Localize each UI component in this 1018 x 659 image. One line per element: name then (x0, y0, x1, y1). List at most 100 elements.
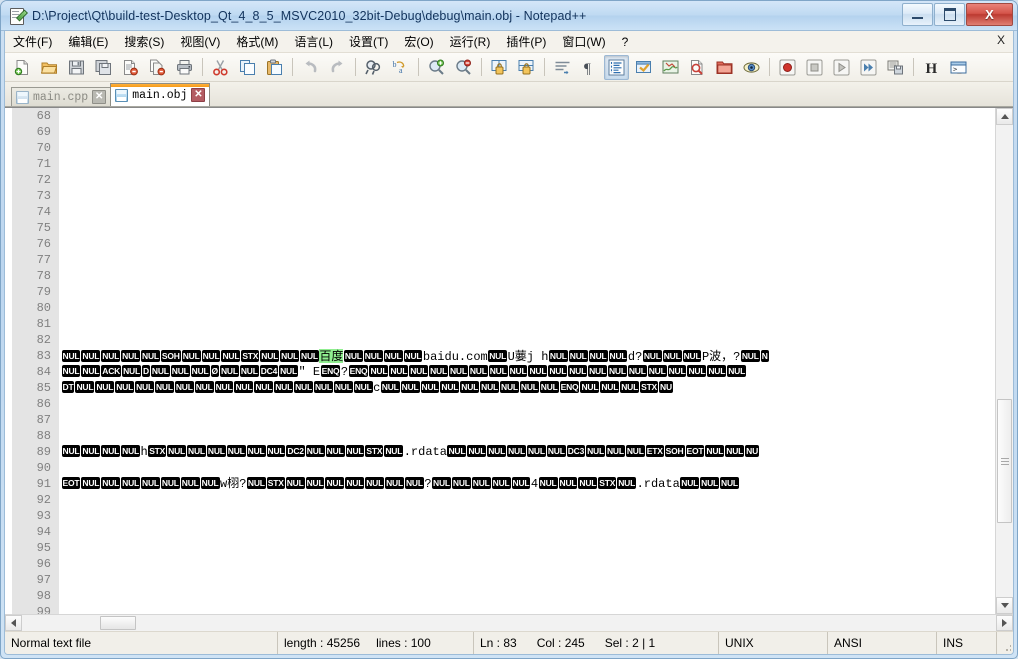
code-line[interactable] (61, 508, 995, 524)
sync-horizontal-scroll-icon[interactable] (514, 55, 539, 80)
sync-vertical-scroll-icon[interactable] (487, 55, 512, 80)
find-icon[interactable] (361, 55, 386, 80)
code-line[interactable] (61, 524, 995, 540)
menu-window[interactable]: 窗口(W) (554, 31, 613, 52)
horizontal-scroll-track[interactable] (22, 615, 996, 631)
code-line[interactable] (61, 604, 995, 614)
stop-macro-icon[interactable] (802, 55, 827, 80)
horizontal-scroll-thumb[interactable] (99, 616, 136, 630)
save-icon[interactable] (64, 55, 89, 80)
maximize-button[interactable] (934, 3, 965, 26)
menu-edit[interactable]: 编辑(E) (60, 31, 116, 52)
close-document-button[interactable]: X (997, 33, 1005, 47)
text-editor[interactable]: NUL NUL NUL NUL NUL SOH NUL NUL NUL STX NUL NUL NUL 百… (59, 108, 995, 614)
menu-file[interactable]: 文件(F) (5, 31, 60, 52)
function-list-icon[interactable] (685, 55, 710, 80)
bookmark-margin[interactable] (5, 108, 12, 614)
menu-settings[interactable]: 设置(T) (341, 31, 396, 52)
code-line[interactable] (61, 588, 995, 604)
code-line[interactable] (61, 316, 995, 332)
user-define-dialog-icon[interactable] (631, 55, 656, 80)
show-all-characters-icon[interactable]: ¶ (577, 55, 602, 80)
tab-main-cpp[interactable]: main.cpp ✕ (11, 87, 112, 106)
folder-as-workspace-icon[interactable] (712, 55, 737, 80)
scroll-up-button[interactable] (996, 108, 1013, 125)
redo-icon[interactable] (325, 55, 350, 80)
print-icon[interactable] (172, 55, 197, 80)
menu-search[interactable]: 搜索(S) (116, 31, 172, 52)
resize-grip[interactable] (997, 632, 1013, 654)
menu-plugins[interactable]: 插件(P) (498, 31, 554, 52)
code-line[interactable] (61, 188, 995, 204)
status-encoding[interactable]: ANSI (828, 632, 937, 654)
code-line[interactable] (61, 428, 995, 444)
menu-macro[interactable]: 宏(O) (396, 31, 441, 52)
code-line[interactable]: NUL NUL ACK NUL D NUL NUL NUL Ø NUL NUL DC4 NUL " E EN… (61, 364, 995, 380)
code-line[interactable] (61, 220, 995, 236)
code-line[interactable] (61, 332, 995, 348)
code-line[interactable] (61, 252, 995, 268)
tab-main-obj[interactable]: main.obj ✕ (110, 83, 211, 106)
save-macro-icon[interactable] (883, 55, 908, 80)
word-wrap-icon[interactable] (550, 55, 575, 80)
zoom-in-icon[interactable] (424, 55, 449, 80)
code-line[interactable] (61, 140, 995, 156)
close-button[interactable]: X (966, 3, 1013, 26)
code-line[interactable] (61, 108, 995, 124)
vertical-scroll-track[interactable] (996, 125, 1013, 597)
menu-language[interactable]: 语言(L) (286, 31, 341, 52)
code-line[interactable] (61, 572, 995, 588)
code-line[interactable] (61, 300, 995, 316)
cut-icon[interactable] (208, 55, 233, 80)
open-file-icon[interactable] (37, 55, 62, 80)
code-line[interactable]: NUL NUL NUL NUL h STX NUL NUL NUL NUL NUL NUL DC2 NUL… (61, 444, 995, 460)
vertical-scrollbar[interactable] (995, 108, 1013, 614)
status-eol-format[interactable]: UNIX (719, 632, 828, 654)
code-line[interactable]: NUL NUL NUL NUL NUL SOH NUL NUL NUL STX NUL NUL NUL 百… (61, 348, 995, 364)
code-line[interactable] (61, 156, 995, 172)
close-file-icon[interactable] (118, 55, 143, 80)
scroll-right-button[interactable] (996, 615, 1013, 631)
menu-run[interactable]: 运行(R) (442, 31, 499, 52)
undo-icon[interactable] (298, 55, 323, 80)
code-line[interactable] (61, 460, 995, 476)
vertical-scroll-thumb[interactable] (997, 398, 1012, 524)
status-insert-mode[interactable]: INS (937, 632, 997, 654)
record-macro-icon[interactable] (775, 55, 800, 80)
code-line[interactable] (61, 268, 995, 284)
document-map-icon[interactable] (658, 55, 683, 80)
copy-icon[interactable] (235, 55, 260, 80)
code-line[interactable] (61, 124, 995, 140)
replace-icon[interactable]: b a (388, 55, 413, 80)
tab-close-icon[interactable]: ✕ (191, 88, 206, 102)
menu-view[interactable]: 视图(V) (172, 31, 228, 52)
scroll-down-button[interactable] (996, 597, 1013, 614)
monitoring-icon[interactable] (739, 55, 764, 80)
horizontal-scrollbar[interactable] (5, 614, 1013, 631)
close-all-icon[interactable] (145, 55, 170, 80)
indent-guide-icon[interactable] (604, 54, 629, 80)
code-line[interactable] (61, 172, 995, 188)
code-line[interactable] (61, 396, 995, 412)
zoom-out-icon[interactable] (451, 55, 476, 80)
paste-icon[interactable] (262, 55, 287, 80)
tab-close-icon[interactable]: ✕ (92, 90, 107, 104)
hash-icon[interactable]: H (919, 55, 944, 80)
scroll-left-button[interactable] (5, 615, 22, 631)
menu-help[interactable]: ? (614, 33, 637, 51)
code-line[interactable] (61, 236, 995, 252)
run-macro-multiple-icon[interactable] (856, 55, 881, 80)
code-line[interactable] (61, 540, 995, 556)
code-line[interactable] (61, 284, 995, 300)
play-macro-icon[interactable] (829, 55, 854, 80)
code-line[interactable] (61, 412, 995, 428)
save-all-icon[interactable] (91, 55, 116, 80)
menu-format[interactable]: 格式(M) (228, 31, 286, 52)
code-line[interactable] (61, 556, 995, 572)
run-console-icon[interactable]: >_ (946, 55, 971, 80)
new-file-icon[interactable] (10, 55, 35, 80)
code-line[interactable]: DT NUL NUL NUL NUL NUL NUL NUL NUL NUL NUL NUL NUL NU… (61, 380, 995, 396)
code-line[interactable] (61, 492, 995, 508)
minimize-button[interactable] (902, 3, 933, 26)
code-line[interactable] (61, 204, 995, 220)
